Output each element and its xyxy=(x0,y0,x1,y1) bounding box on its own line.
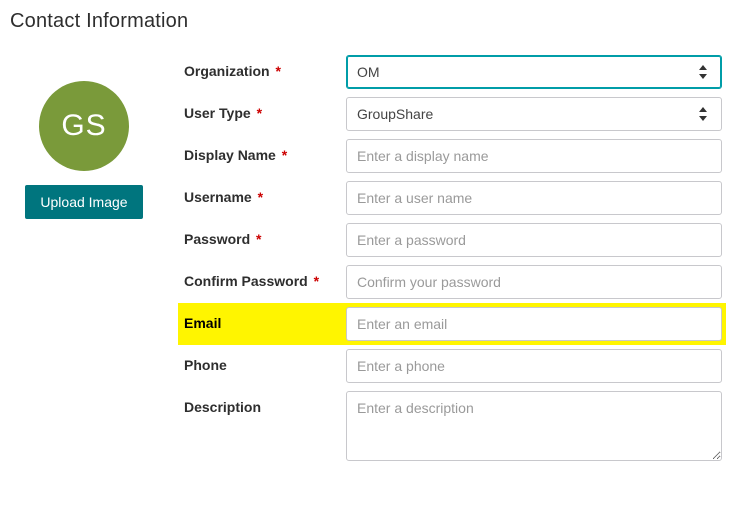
user-type-value: GroupShare xyxy=(357,106,433,122)
email-label: Email xyxy=(178,305,346,331)
page-title: Contact Information xyxy=(10,10,726,33)
confirm-password-row: Confirm Password * xyxy=(178,261,726,303)
user-type-label-text: User Type xyxy=(184,105,251,121)
password-label-text: Password xyxy=(184,231,250,247)
required-mark: * xyxy=(282,147,287,163)
display-name-label: Display Name * xyxy=(178,137,346,163)
upload-image-button[interactable]: Upload Image xyxy=(25,185,142,219)
organization-label-text: Organization xyxy=(184,63,270,79)
required-mark: * xyxy=(258,189,263,205)
display-name-field-wrap xyxy=(346,137,726,175)
chevron-updown-icon xyxy=(697,107,709,121)
phone-label-text: Phone xyxy=(184,357,227,373)
phone-row: Phone xyxy=(178,345,726,387)
required-mark: * xyxy=(275,63,280,79)
password-row: Password * xyxy=(178,219,726,261)
description-label-text: Description xyxy=(184,399,261,415)
avatar-initials: GS xyxy=(61,109,106,143)
display-name-label-text: Display Name xyxy=(184,147,276,163)
username-label: Username * xyxy=(178,179,346,205)
username-row: Username * xyxy=(178,177,726,219)
password-field-wrap xyxy=(346,221,726,259)
user-type-row: User Type * GroupShare xyxy=(178,93,726,135)
email-label-text: Email xyxy=(184,315,221,331)
organization-value: OM xyxy=(357,64,380,80)
chevron-updown-icon xyxy=(697,65,709,79)
password-input[interactable] xyxy=(346,223,722,257)
form-fields: Organization * OM User Type * G xyxy=(178,51,726,468)
organization-label: Organization * xyxy=(178,53,346,79)
username-label-text: Username xyxy=(184,189,252,205)
description-textarea[interactable] xyxy=(346,391,722,461)
description-row: Description xyxy=(178,387,726,468)
phone-field-wrap xyxy=(346,347,726,385)
required-mark: * xyxy=(256,231,261,247)
user-type-select[interactable]: GroupShare xyxy=(346,97,722,131)
confirm-password-label-text: Confirm Password xyxy=(184,273,308,289)
phone-label: Phone xyxy=(178,347,346,373)
email-field-wrap xyxy=(346,305,726,343)
username-field-wrap xyxy=(346,179,726,217)
form-layout: GS Upload Image Organization * OM xyxy=(10,51,726,468)
user-type-label: User Type * xyxy=(178,95,346,121)
display-name-input[interactable] xyxy=(346,139,722,173)
contact-information-panel: Contact Information GS Upload Image Orga… xyxy=(0,0,736,468)
organization-field-wrap: OM xyxy=(346,53,726,91)
phone-input[interactable] xyxy=(346,349,722,383)
password-label: Password * xyxy=(178,221,346,247)
organization-select[interactable]: OM xyxy=(346,55,722,89)
username-input[interactable] xyxy=(346,181,722,215)
confirm-password-field-wrap xyxy=(346,263,726,301)
confirm-password-label: Confirm Password * xyxy=(178,263,346,289)
required-mark: * xyxy=(314,273,319,289)
organization-row: Organization * OM xyxy=(178,51,726,93)
required-mark: * xyxy=(257,105,262,121)
email-input[interactable] xyxy=(346,307,722,341)
description-field-wrap xyxy=(346,389,726,466)
avatar: GS xyxy=(39,81,129,171)
confirm-password-input[interactable] xyxy=(346,265,722,299)
avatar-column: GS Upload Image xyxy=(10,51,158,468)
description-label: Description xyxy=(178,389,346,415)
user-type-field-wrap: GroupShare xyxy=(346,95,726,133)
display-name-row: Display Name * xyxy=(178,135,726,177)
email-row: Email xyxy=(178,303,726,345)
